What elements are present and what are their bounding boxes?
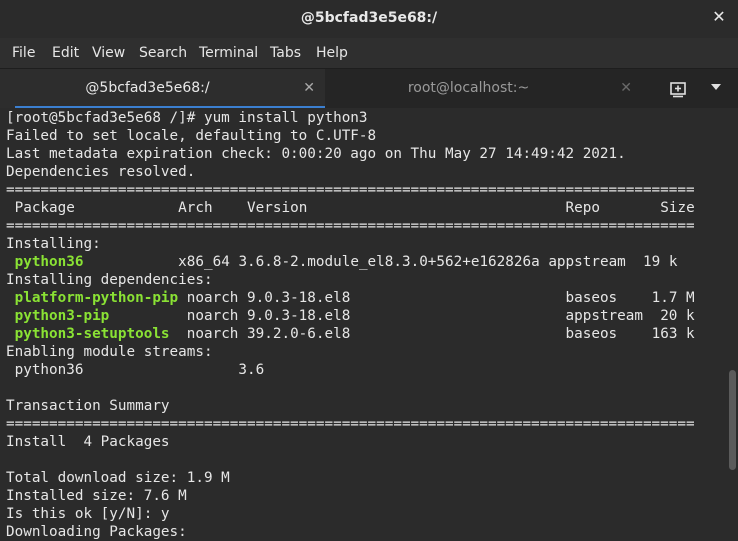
close-tab-icon[interactable]: ✕ xyxy=(620,80,632,96)
section-label: Installing dependencies: xyxy=(6,272,213,288)
output-line: Dependencies resolved. xyxy=(6,164,196,180)
package-row: platform-python-pip noarch 9.0.3-18.el8 … xyxy=(14,290,695,306)
prompt-line: [root@5bcfad3e5e68 /]# yum install pytho… xyxy=(6,110,368,126)
new-tab-icon[interactable] xyxy=(668,79,688,99)
menu-search[interactable]: Search xyxy=(139,45,187,61)
module-row: python36 3.6 xyxy=(14,362,265,378)
separator-line: ========================================… xyxy=(6,416,695,432)
section-label: Installing: xyxy=(6,236,101,252)
section-label: Enabling module streams: xyxy=(6,344,213,360)
menu-help[interactable]: Help xyxy=(316,45,348,61)
output-line: Total download size: 1.9 M xyxy=(6,470,230,486)
output-line: Transaction Summary xyxy=(6,398,170,414)
output-line: Failed to set locale, defaulting to C.UT… xyxy=(6,128,377,144)
scrollbar-thumb[interactable] xyxy=(729,370,736,470)
terminal-output: [root@5bcfad3e5e68 /]# yum install pytho… xyxy=(6,109,695,541)
close-window-button[interactable]: ✕ xyxy=(710,8,728,26)
menu-view[interactable]: View xyxy=(92,45,125,61)
window-title: @5bcfad3e5e68:/ xyxy=(300,10,438,26)
separator-line: ========================================… xyxy=(6,182,695,198)
package-row: python3-pip noarch 9.0.3-18.el8 appstrea… xyxy=(14,308,695,324)
output-line: Last metadata expiration check: 0:00:20 … xyxy=(6,146,626,162)
output-line: Install 4 Packages xyxy=(6,434,170,450)
chevron-down-icon[interactable] xyxy=(711,84,721,90)
close-icon: ✕ xyxy=(712,7,726,26)
tab-bar: @5bcfad3e5e68:/ ✕ root@localhost:~ ✕ xyxy=(0,68,738,109)
column-headers: Package Arch Version Repo Size xyxy=(14,200,695,216)
menu-tabs[interactable]: Tabs xyxy=(270,45,301,61)
close-tab-icon[interactable]: ✕ xyxy=(303,80,315,96)
output-line: Installed size: 7.6 M xyxy=(6,488,187,504)
tab-label: @5bcfad3e5e68:/ xyxy=(85,80,210,96)
output-line: Is this ok [y/N]: y xyxy=(6,506,170,522)
package-row: python36 x86_64 3.6.8-2.module_el8.3.0+5… xyxy=(14,254,678,270)
output-line: Downloading Packages: xyxy=(6,524,187,540)
tab-5bcfad3e5e68[interactable]: @5bcfad3e5e68:/ ✕ xyxy=(0,69,325,109)
tab-root-localhost[interactable]: root@localhost:~ ✕ xyxy=(325,69,642,109)
menu-terminal[interactable]: Terminal xyxy=(199,45,258,61)
menu-bar: File Edit View Search Terminal Tabs Help xyxy=(0,38,738,68)
menu-file[interactable]: File xyxy=(12,45,35,61)
menu-edit[interactable]: Edit xyxy=(52,45,79,61)
window-titlebar: @5bcfad3e5e68:/ ✕ xyxy=(0,0,738,38)
terminal-view[interactable]: [root@5bcfad3e5e68 /]# yum install pytho… xyxy=(0,108,738,541)
tab-label: root@localhost:~ xyxy=(407,80,530,96)
separator-line: ========================================… xyxy=(6,218,695,234)
package-row: python3-setuptools noarch 39.2.0-6.el8 b… xyxy=(14,326,695,342)
